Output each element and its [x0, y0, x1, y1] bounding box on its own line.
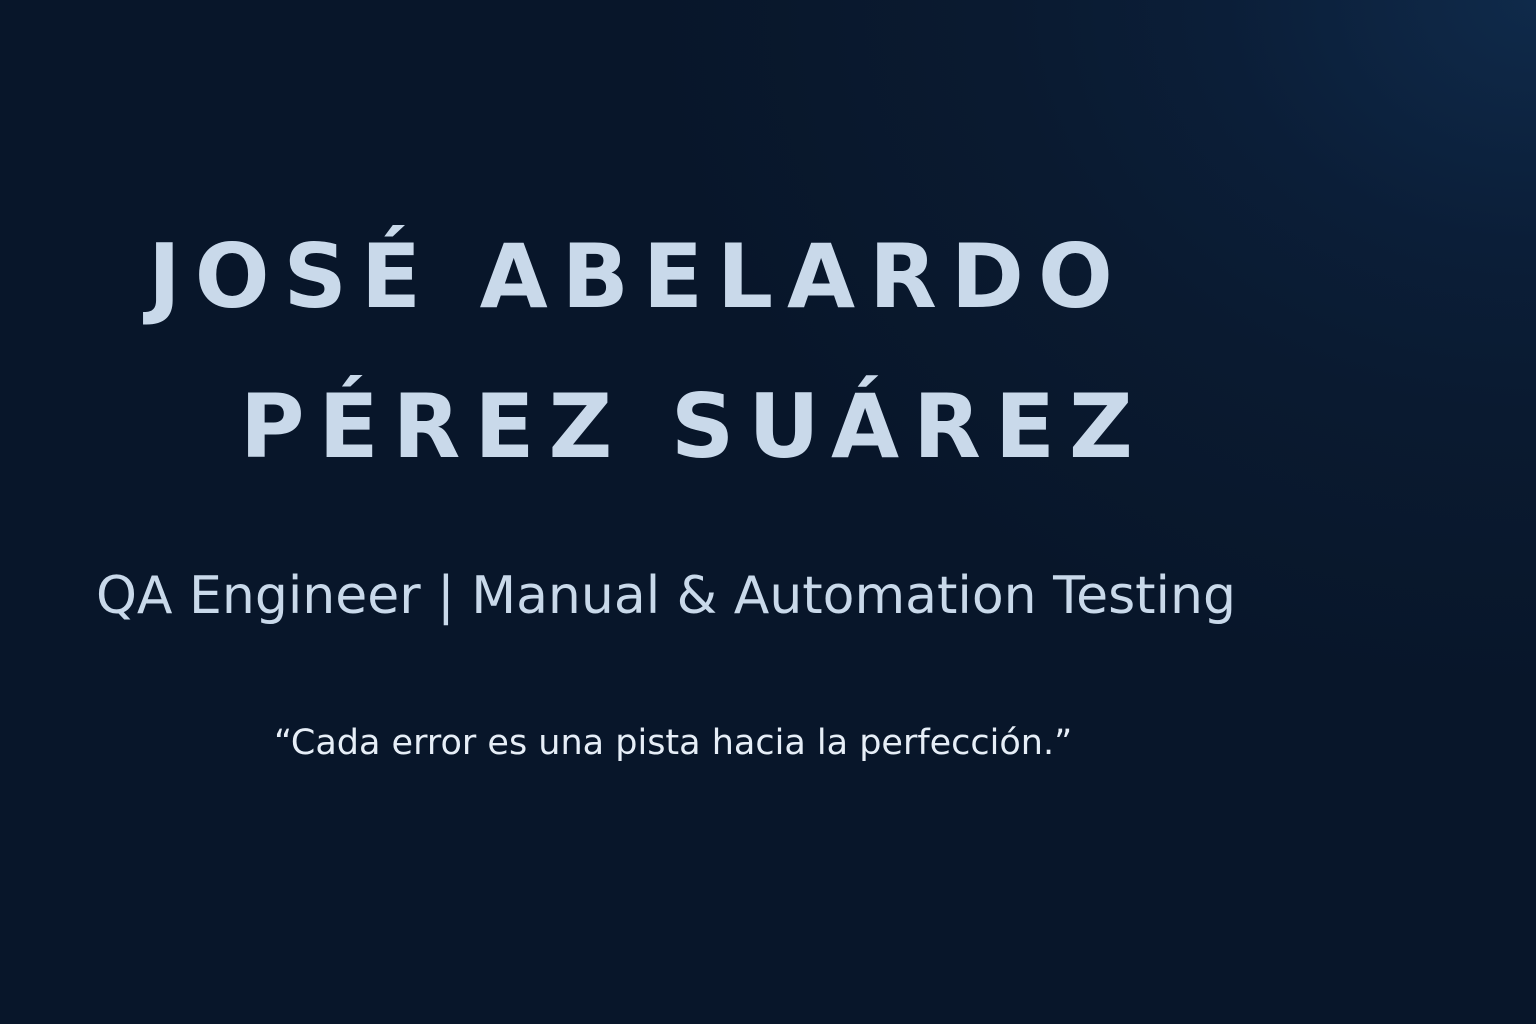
title-card: JOSÉ ABELARDO PÉREZ SUÁREZ QA Engineer |…: [0, 0, 1536, 1024]
role-subtitle: QA Engineer | Manual & Automation Testin…: [96, 566, 1236, 626]
name-first-line: JOSÉ ABELARDO: [148, 225, 1127, 328]
motto-quote: “Cada error es una pista hacia la perfec…: [274, 723, 1073, 763]
name-second-line: PÉREZ SUÁREZ: [240, 375, 1147, 478]
